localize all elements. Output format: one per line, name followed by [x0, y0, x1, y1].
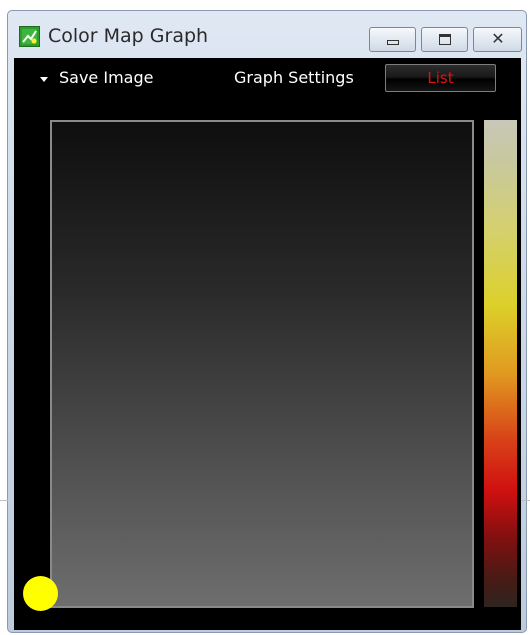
maximize-button[interactable]: [421, 27, 468, 52]
window-title: Color Map Graph: [48, 25, 209, 47]
minimize-button[interactable]: [369, 27, 416, 52]
color-map-plot-area[interactable]: [50, 120, 474, 608]
graph-settings-button[interactable]: Graph Settings: [234, 68, 354, 87]
close-icon: ✕: [491, 29, 505, 48]
list-button[interactable]: List: [385, 64, 496, 92]
dropdown-arrow-icon[interactable]: [40, 77, 48, 82]
save-image-button[interactable]: Save Image: [59, 68, 153, 87]
minimize-icon: [387, 40, 399, 45]
color-scale-bar: [484, 120, 517, 607]
graph-panel: Save Image Graph Settings List: [14, 58, 521, 630]
close-button[interactable]: ✕: [473, 27, 522, 52]
title-bar[interactable]: Color Map Graph ✕: [8, 11, 526, 56]
data-point-marker[interactable]: [23, 576, 58, 611]
graph-toolbar: Save Image Graph Settings List: [14, 58, 521, 100]
maximize-icon: [439, 34, 451, 45]
color-map-graph-window: Color Map Graph ✕ Save Image Graph Setti…: [7, 10, 527, 633]
graph-app-icon: [19, 26, 40, 47]
